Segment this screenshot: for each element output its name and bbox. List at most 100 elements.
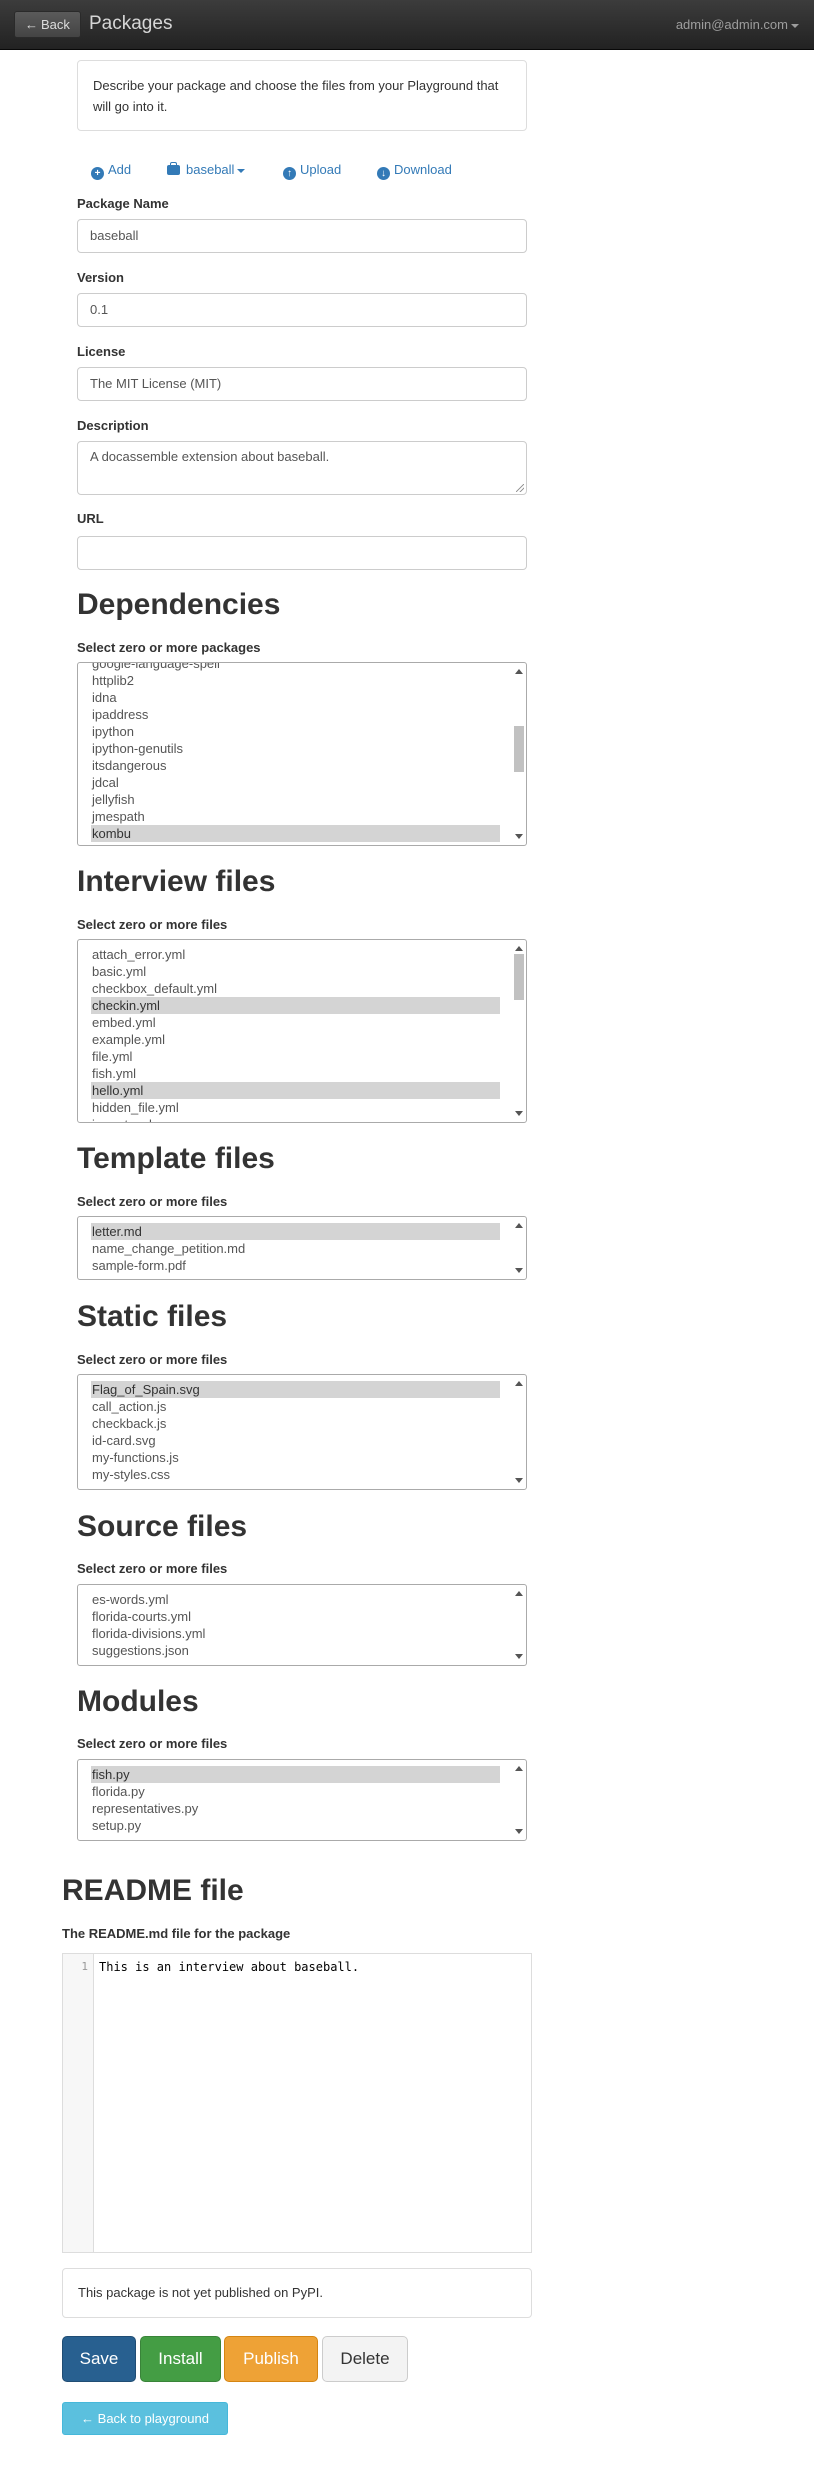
package-name-label: Package Name xyxy=(77,196,169,211)
upload-link[interactable]: ↑ Upload xyxy=(283,162,341,180)
scroll-down-icon[interactable] xyxy=(515,1268,523,1273)
template-files-select[interactable]: letter.md name_change_petition.md sample-f… xyxy=(77,1216,527,1280)
list-option[interactable]: call_action.js xyxy=(91,1398,500,1415)
template-files-label: Select zero or more files xyxy=(77,1194,228,1209)
listbox-options: fish.py florida.py representatives.py setup… xyxy=(91,1766,500,1834)
scroll-down-icon[interactable] xyxy=(515,834,523,839)
list-option[interactable]: attach_error.yml xyxy=(91,946,500,963)
package-dropdown[interactable]: baseball xyxy=(167,162,246,177)
template-files-heading: Template files xyxy=(77,1142,275,1175)
upload-label: Upload xyxy=(300,162,342,177)
scroll-down-icon[interactable] xyxy=(515,1478,523,1483)
list-option[interactable]: file.yml xyxy=(91,1048,500,1065)
list-option[interactable]: setup.py xyxy=(91,1817,500,1834)
scroll-up-icon[interactable] xyxy=(515,1223,523,1228)
readme-content[interactable]: This is an interview about baseball. xyxy=(99,1960,359,1974)
list-option[interactable]: fish.yml xyxy=(91,1065,500,1082)
scroll-up-icon[interactable] xyxy=(515,1766,523,1771)
static-files-label: Select zero or more files xyxy=(77,1352,228,1367)
list-option[interactable]: httplib2 xyxy=(91,672,500,689)
list-option[interactable]: checkin.yml xyxy=(91,997,500,1014)
list-option[interactable]: florida-divisions.yml xyxy=(91,1625,500,1642)
caret-down-icon xyxy=(237,168,246,173)
list-option[interactable]: florida-courts.yml xyxy=(91,1608,500,1625)
scrollbar-thumb[interactable] xyxy=(514,954,524,1000)
list-option[interactable]: id-card.svg xyxy=(91,1432,500,1449)
listbox-options: Flag_of_Spain.svg call_action.js checkback… xyxy=(91,1381,500,1483)
navbar-back-button[interactable]: ← Back xyxy=(14,11,81,38)
interview-files-heading: Interview files xyxy=(77,865,276,898)
user-menu[interactable]: admin@admin.com xyxy=(676,17,799,32)
interview-files-label: Select zero or more files xyxy=(77,917,228,932)
add-package-link[interactable]: + Add xyxy=(91,162,131,180)
list-option[interactable]: ipaddress xyxy=(91,706,500,723)
scroll-up-icon[interactable] xyxy=(515,1381,523,1386)
list-option[interactable]: florida.py xyxy=(91,1783,500,1800)
readme-editor[interactable]: 1 This is an interview about baseball. xyxy=(62,1953,532,2253)
scroll-up-icon[interactable] xyxy=(515,946,523,951)
modules-select[interactable]: fish.py florida.py representatives.py setup… xyxy=(77,1759,527,1841)
list-option[interactable]: checkback.js xyxy=(91,1415,500,1432)
list-option[interactable]: import.yml xyxy=(91,1116,500,1122)
pypi-status-panel: This package is not yet published on PyP… xyxy=(62,2268,532,2318)
upload-circle-icon: ↑ xyxy=(283,167,296,180)
list-option[interactable]: my-functions.js xyxy=(91,1449,500,1466)
install-button[interactable]: Install xyxy=(140,2336,221,2382)
resize-grip-icon[interactable] xyxy=(516,484,524,492)
listbox-options: google-language-spell httplib2 idna ipaddre… xyxy=(91,663,500,845)
list-option[interactable]: jdcal xyxy=(91,774,500,791)
list-option[interactable]: lxml xyxy=(91,842,500,845)
list-option[interactable]: jellyfish xyxy=(91,791,500,808)
interview-files-select[interactable]: attach_error.yml basic.yml checkbox_defaul… xyxy=(77,939,527,1123)
list-option[interactable]: es-words.yml xyxy=(91,1591,500,1608)
listbox-options: letter.md name_change_petition.md sample-f… xyxy=(91,1223,500,1274)
delete-button[interactable]: Delete xyxy=(322,2336,408,2382)
publish-button[interactable]: Publish xyxy=(224,2336,318,2382)
source-files-select[interactable]: es-words.yml florida-courts.yml florida-di… xyxy=(77,1584,527,1666)
list-option[interactable]: embed.yml xyxy=(91,1014,500,1031)
list-option[interactable]: ipython-genutils xyxy=(91,740,500,757)
description-text: A docassemble extension about baseball. xyxy=(90,449,330,464)
list-option[interactable]: sample-form.pdf xyxy=(91,1257,500,1274)
list-option[interactable]: Flag_of_Spain.svg xyxy=(91,1381,500,1398)
user-email: admin@admin.com xyxy=(675,17,788,32)
version-input[interactable]: 0.1 xyxy=(77,293,527,327)
back-to-playground-button[interactable]: ← Back to playground xyxy=(62,2402,228,2435)
list-option[interactable]: my-styles.css xyxy=(91,1466,500,1483)
list-option[interactable]: name_change_petition.md xyxy=(91,1240,500,1257)
dependencies-heading: Dependencies xyxy=(77,588,281,621)
list-option[interactable]: letter.md xyxy=(91,1223,500,1240)
list-option[interactable]: example.yml xyxy=(91,1031,500,1048)
list-option[interactable]: itsdangerous xyxy=(91,757,500,774)
save-button[interactable]: Save xyxy=(62,2336,136,2382)
url-input[interactable] xyxy=(77,536,527,570)
scroll-down-icon[interactable] xyxy=(515,1111,523,1116)
list-option[interactable]: fish.py xyxy=(91,1766,500,1783)
package-dropdown-label: baseball xyxy=(186,162,235,177)
list-option[interactable]: basic.yml xyxy=(91,963,500,980)
scroll-down-icon[interactable] xyxy=(515,1829,523,1834)
license-input[interactable]: The MIT License (MIT) xyxy=(77,367,527,401)
list-option[interactable]: hidden_file.yml xyxy=(91,1099,500,1116)
package-name-input[interactable]: baseball xyxy=(77,219,527,253)
scrollbar-thumb[interactable] xyxy=(514,726,524,772)
list-option[interactable]: representatives.py xyxy=(91,1800,500,1817)
dependencies-select[interactable]: google-language-spell httplib2 idna ipaddre… xyxy=(77,662,527,846)
scroll-up-icon[interactable] xyxy=(515,1591,523,1596)
description-textarea[interactable]: A docassemble extension about baseball. xyxy=(77,441,527,495)
top-navbar: ← Back Packages admin@admin.com xyxy=(0,0,814,50)
scroll-down-icon[interactable] xyxy=(515,1654,523,1659)
list-option[interactable]: jmespath xyxy=(91,808,500,825)
list-option[interactable]: idna xyxy=(91,689,500,706)
static-files-heading: Static files xyxy=(77,1300,228,1333)
list-option[interactable]: kombu xyxy=(91,825,500,842)
editor-gutter: 1 xyxy=(63,1954,94,2252)
scroll-up-icon[interactable] xyxy=(515,669,523,674)
list-option[interactable]: google-language-spell xyxy=(91,663,500,672)
static-files-select[interactable]: Flag_of_Spain.svg call_action.js checkback… xyxy=(77,1374,527,1490)
list-option[interactable]: checkbox_default.yml xyxy=(91,980,500,997)
download-link[interactable]: ↓ Download xyxy=(377,162,452,180)
list-option[interactable]: hello.yml xyxy=(91,1082,500,1099)
list-option[interactable]: ipython xyxy=(91,723,500,740)
list-option[interactable]: suggestions.json xyxy=(91,1642,500,1659)
